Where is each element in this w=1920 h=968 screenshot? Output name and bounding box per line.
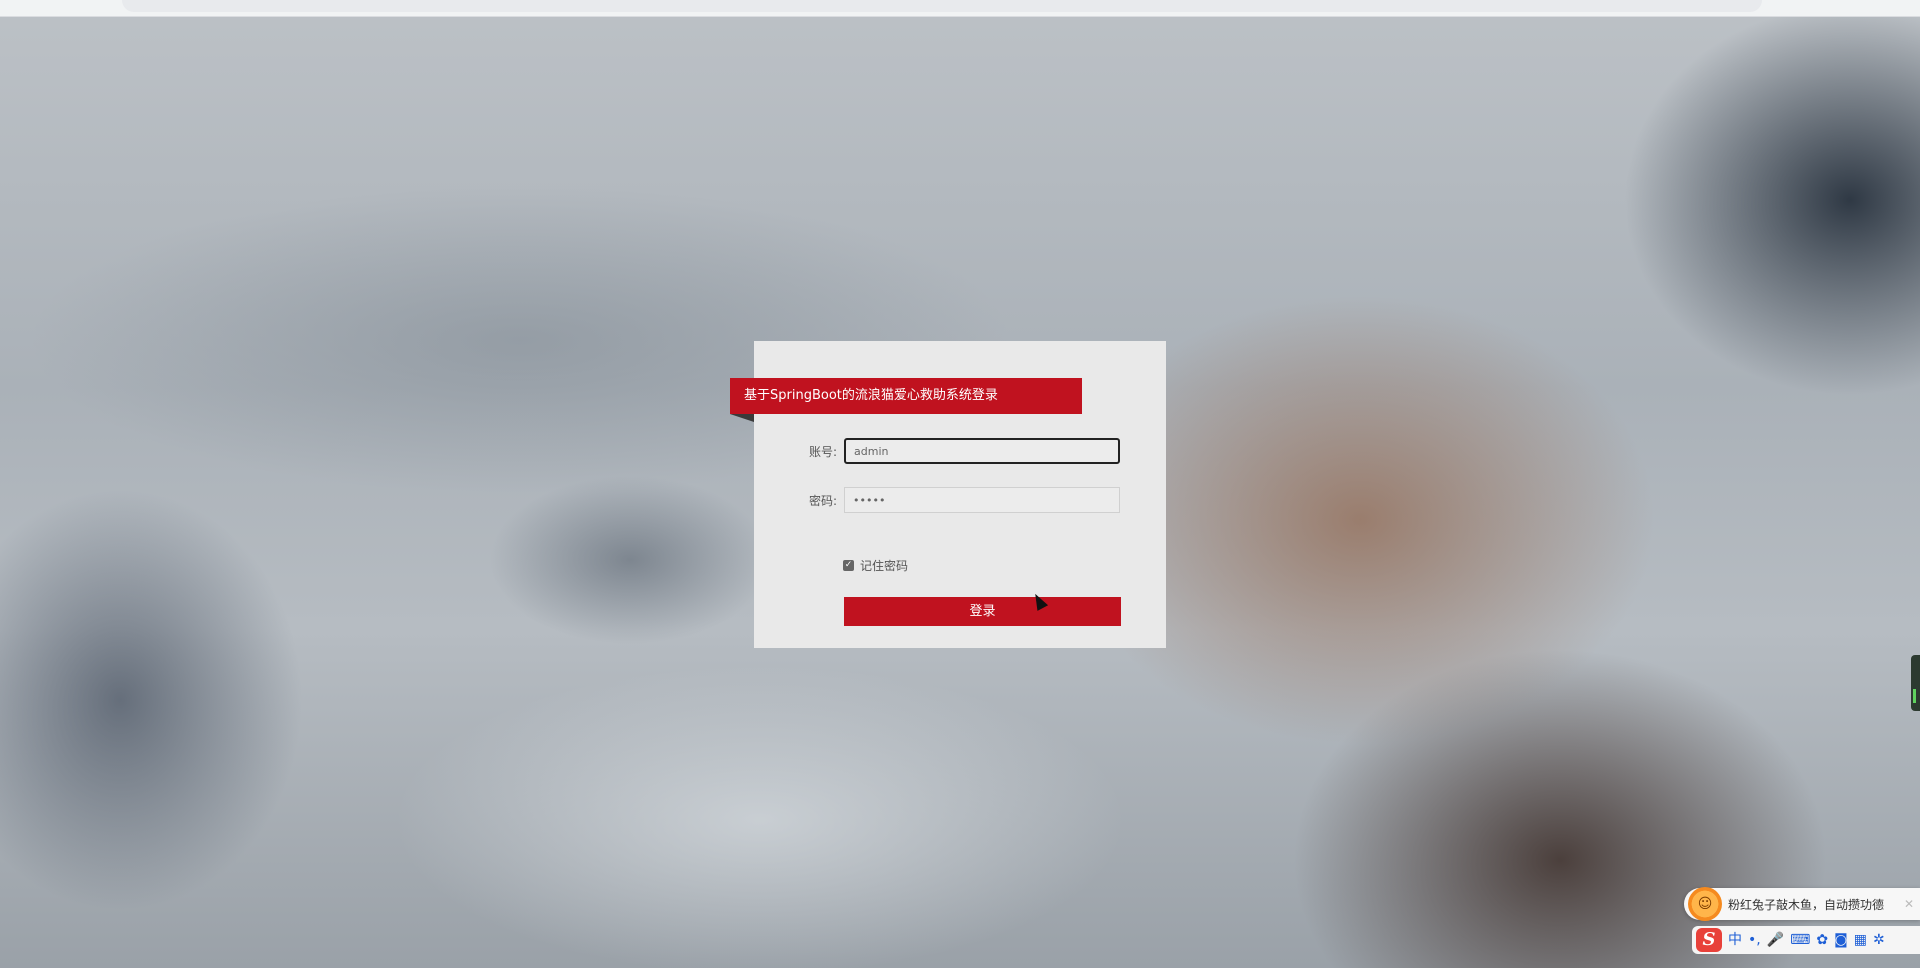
address-bar[interactable] <box>122 0 1762 12</box>
side-widget[interactable] <box>1911 655 1920 711</box>
account-input[interactable] <box>844 438 1120 464</box>
toolbox-icon[interactable]: ▦ <box>1854 930 1867 950</box>
checkbox-icon[interactable]: ✓ <box>843 560 854 571</box>
close-icon[interactable]: ✕ <box>1904 897 1914 911</box>
punctuation-icon[interactable]: •, <box>1748 930 1761 950</box>
keyboard-icon[interactable]: ⌨ <box>1790 930 1810 950</box>
sogou-logo-icon[interactable]: S <box>1696 928 1722 952</box>
game-icon[interactable]: ◙ <box>1834 930 1848 950</box>
login-title: 基于SpringBoot的流浪猫爱心救助系统登录 <box>730 378 1082 414</box>
ime-language-toggle[interactable]: 中 <box>1728 930 1742 950</box>
remember-label: 记住密码 <box>860 559 909 573</box>
ime-tip-text: 粉红兔子敲木鱼，自动攒功德 <box>1728 897 1885 912</box>
settings-icon[interactable]: ✲ <box>1873 930 1885 950</box>
account-label: 账号: <box>808 445 837 459</box>
ime-toolbar: S 中 •, 🎤 ⌨ ✿ ◙ ▦ ✲ <box>1692 926 1920 954</box>
ime-notification[interactable]: ☺ 粉红兔子敲木鱼，自动攒功德 ✕ <box>1684 887 1920 921</box>
ribbon-fold <box>730 414 754 422</box>
remember-password[interactable]: ✓ 记住密码 <box>843 557 908 574</box>
skin-icon[interactable]: ✿ <box>1816 930 1828 950</box>
sun-mascot-icon: ☺ <box>1688 887 1722 921</box>
microphone-icon[interactable]: 🎤 <box>1767 930 1784 950</box>
login-button[interactable]: 登录 <box>844 597 1121 626</box>
password-label: 密码: <box>808 494 837 508</box>
password-input[interactable] <box>844 487 1120 513</box>
browser-toolbar <box>0 0 1920 17</box>
